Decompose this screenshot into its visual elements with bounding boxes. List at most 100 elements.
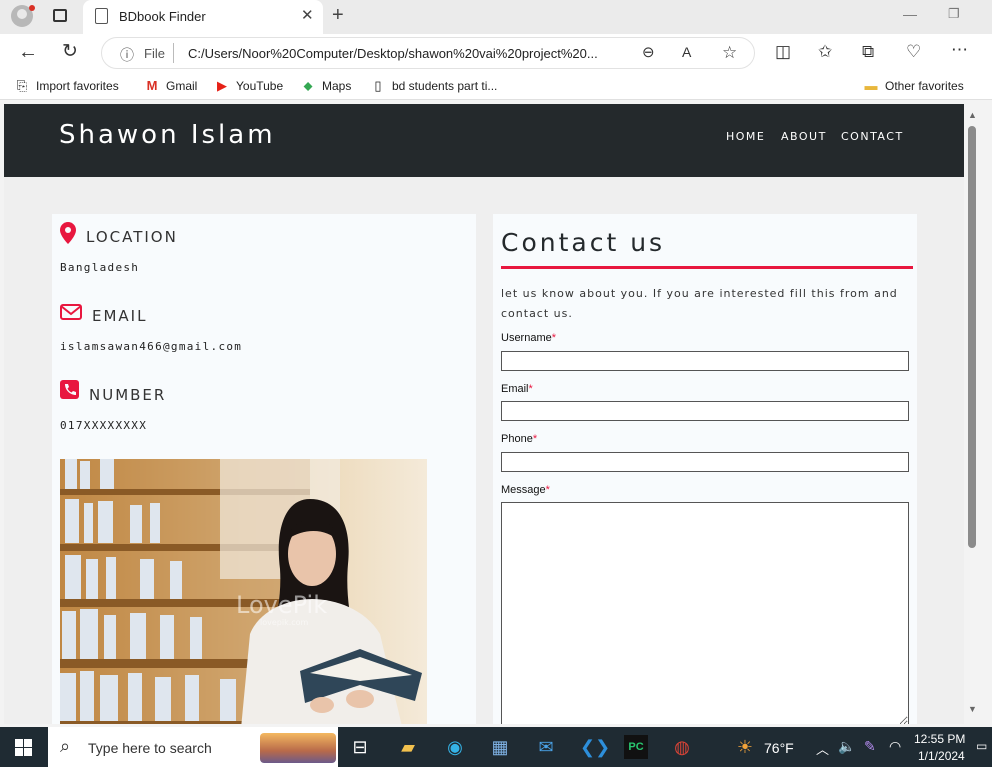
performance-icon[interactable]: ♡ — [906, 43, 921, 60]
fav-youtube[interactable]: ▶ YouTube — [214, 78, 283, 94]
chrome-icon[interactable]: ◍ — [670, 735, 694, 759]
profile-avatar[interactable] — [11, 5, 35, 27]
contact-title: Contact us — [501, 228, 666, 257]
required-mark: * — [528, 383, 533, 395]
address-bar[interactable]: ⓘ File C:/Users/Noor%20Computer/Desktop/… — [101, 37, 755, 69]
search-icon: ⌕ — [60, 736, 71, 756]
pen-icon[interactable]: ✎ — [864, 738, 876, 755]
scroll-down-icon[interactable]: ▼ — [968, 704, 977, 714]
import-icon: ⎘ — [16, 78, 28, 93]
scroll-thumb[interactable] — [968, 126, 976, 548]
scroll-up-icon[interactable]: ▲ — [968, 110, 977, 120]
file-explorer-icon[interactable]: ▰ — [396, 735, 420, 759]
photo-watermark: LovePik — [236, 591, 327, 619]
label-text: Username — [501, 332, 552, 344]
location-pin-icon — [60, 222, 76, 244]
folder-icon: ▬ — [864, 78, 878, 93]
search-highlight-image — [260, 733, 336, 763]
fav-label: Other favorites — [885, 79, 964, 93]
task-view-icon[interactable]: ⊟ — [348, 735, 372, 759]
youtube-icon: ▶ — [217, 78, 227, 93]
taskbar-search[interactable]: ⌕ Type here to search — [48, 727, 338, 767]
address-bar-row: ← ↻ ⓘ File C:/Users/Noor%20Computer/Desk… — [0, 34, 992, 72]
site-header: Shawon Islam HOME ABOUT CONTACT — [4, 104, 964, 177]
fav-bd-students[interactable]: ▯ bd students part ti... — [370, 78, 497, 94]
vscode-icon[interactable]: ❮❯ — [580, 735, 610, 759]
phone-field[interactable] — [501, 452, 909, 472]
library-photo: LovePik lovepik.com — [60, 459, 427, 724]
info-icon[interactable]: ⓘ — [120, 45, 134, 65]
read-aloud-icon[interactable]: A — [682, 45, 691, 59]
weather-temp[interactable]: 76°F — [764, 740, 794, 756]
fav-label: Import favorites — [36, 79, 119, 93]
phone-label: Phone* — [501, 433, 537, 445]
fav-import[interactable]: ⎘ Import favorites — [14, 78, 119, 94]
number-title: NUMBER — [89, 386, 167, 404]
restore-icon[interactable]: ❐ — [948, 6, 960, 22]
zoom-icon[interactable]: ⊖ — [642, 45, 655, 60]
tab-actions-icon[interactable] — [53, 9, 67, 22]
favorites-icon[interactable]: ✩ — [818, 43, 832, 60]
message-field[interactable] — [501, 502, 909, 724]
minimize-icon[interactable]: — — [903, 6, 917, 22]
url-separator — [173, 43, 174, 63]
fav-label: YouTube — [236, 79, 284, 93]
required-mark: * — [551, 332, 557, 344]
email-label: Email* — [501, 383, 533, 395]
taskbar: ⌕ Type here to search ⊟ ▰ ◉ ▦ ✉ ❮❯ PC ◍ … — [0, 727, 992, 767]
page-icon: ▯ — [374, 78, 382, 93]
site-brand[interactable]: Shawon Islam — [59, 120, 276, 150]
new-tab-icon[interactable]: + — [332, 4, 344, 27]
email-field[interactable] — [501, 401, 909, 421]
clock-time[interactable]: 12:55 PM — [914, 732, 965, 746]
close-tab-icon[interactable]: ✕ — [301, 6, 314, 24]
phone-icon — [60, 380, 79, 399]
wifi-icon[interactable]: ◠ — [889, 738, 901, 755]
favorite-star-icon[interactable]: ☆ — [722, 44, 737, 61]
page-viewport: Shawon Islam HOME ABOUT CONTACT LOCATION… — [4, 104, 964, 724]
message-label: Message* — [501, 484, 550, 496]
more-icon[interactable]: ⋯ — [951, 41, 968, 58]
nav-home[interactable]: HOME — [726, 130, 765, 143]
envelope-icon — [60, 304, 82, 320]
store-icon[interactable]: ▦ — [488, 735, 512, 759]
photo-watermark-sub: lovepik.com — [260, 618, 309, 627]
fav-label: Gmail — [166, 79, 198, 93]
maps-icon: ⬥ — [303, 78, 313, 93]
tray-chevron-icon[interactable]: ︿ — [816, 739, 829, 758]
fav-label: Maps — [322, 79, 352, 93]
nav-about[interactable]: ABOUT — [781, 130, 827, 143]
page-favicon — [95, 8, 108, 24]
windows-start-icon[interactable] — [15, 739, 32, 756]
weather-icon[interactable]: ☀ — [733, 735, 757, 759]
edge-icon[interactable]: ◉ — [443, 735, 467, 759]
tab-strip: BDbook Finder ✕ + — ❐ — [0, 0, 992, 34]
fav-maps[interactable]: ⬥ Maps — [300, 78, 351, 94]
email-value[interactable]: islamsawan466@gmail.com — [60, 340, 242, 353]
username-field[interactable] — [501, 351, 909, 371]
tab-active[interactable]: BDbook Finder ✕ — [83, 0, 323, 34]
contact-form-card: Contact us let us know about you. If you… — [493, 214, 917, 724]
volume-icon[interactable]: 🔈 — [838, 738, 855, 755]
back-icon[interactable]: ← — [18, 42, 38, 62]
location-title: LOCATION — [86, 228, 178, 246]
fav-gmail[interactable]: M Gmail — [144, 78, 198, 93]
favorites-bar: ⎘ Import favorites M Gmail ▶ YouTube ⬥ Maps … — [0, 72, 992, 100]
fav-other[interactable]: ▬ Other favorites — [863, 78, 964, 93]
mail-icon[interactable]: ✉ — [534, 735, 558, 759]
page-scrollbar[interactable]: ▲ ▼ — [964, 104, 982, 724]
fav-label: bd students part ti... — [392, 79, 498, 93]
refresh-icon[interactable]: ↻ — [62, 42, 78, 61]
search-placeholder: Type here to search — [88, 740, 212, 756]
url-text[interactable]: C:/Users/Noor%20Computer/Desktop/shawon%… — [188, 46, 630, 61]
nav-contact[interactable]: CONTACT — [841, 130, 904, 143]
split-screen-icon[interactable]: ◫ — [775, 43, 791, 60]
username-label: Username* — [501, 332, 556, 344]
collections-icon[interactable]: ⧉ — [862, 43, 874, 60]
notifications-icon[interactable]: ▭ — [976, 739, 987, 753]
required-mark: * — [545, 484, 550, 496]
location-value: Bangladesh — [60, 261, 140, 274]
required-mark: * — [532, 433, 538, 445]
clock-date[interactable]: 1/1/2024 — [918, 749, 965, 763]
pycharm-icon[interactable]: PC — [624, 735, 648, 759]
